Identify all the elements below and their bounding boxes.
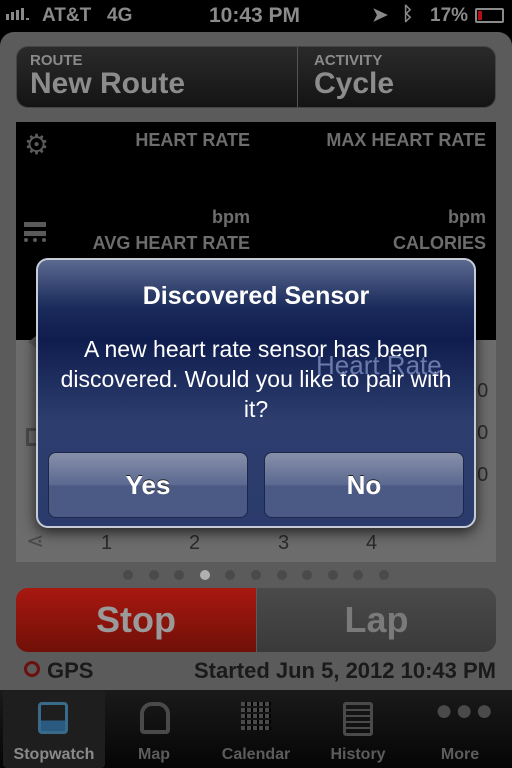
activity-selector[interactable]: ACTIVITY Cycle (299, 47, 495, 107)
calendar-icon (241, 702, 271, 732)
tab-label: History (330, 746, 386, 763)
max-heart-rate-label: MAX HEART RATE (326, 130, 486, 150)
x-tick: 4 (366, 532, 378, 554)
page-dot[interactable] (251, 570, 261, 580)
page-dot[interactable] (148, 570, 159, 580)
tab-map[interactable]: Map (103, 690, 205, 768)
calories-label: CALORIES (392, 233, 486, 253)
no-button[interactable]: No (264, 452, 464, 518)
gear-icon[interactable]: ⚙ (24, 128, 49, 161)
stop-button[interactable]: Stop (16, 588, 256, 652)
chart-title: Heart Rate (316, 350, 442, 380)
carrier: AT&T (42, 5, 92, 26)
heart-rate-label: HEART RATE (135, 130, 250, 150)
max-heart-rate-unit: bpm (448, 207, 486, 227)
route-activity-header: ROUTE New Route ACTIVITY Cycle (16, 46, 496, 108)
tab-label: Calendar (221, 746, 291, 763)
x-tick: 3 (278, 532, 290, 554)
location-icon: ➤ (372, 5, 388, 26)
tab-stopwatch[interactable]: Stopwatch (3, 690, 105, 768)
page-dot[interactable] (199, 570, 210, 580)
page-dot[interactable] (276, 570, 287, 580)
page-dot[interactable] (123, 570, 133, 580)
network: 4G (107, 5, 133, 26)
gps-status: GPS (47, 658, 94, 683)
history-icon (343, 702, 373, 736)
tab-more[interactable]: ●●● More (409, 690, 511, 768)
yes-button[interactable]: Yes (48, 452, 248, 518)
tab-calendar[interactable]: Calendar (205, 690, 307, 768)
tab-label: Stopwatch (13, 746, 95, 763)
avg-heart-rate-label: AVG HEART RATE (92, 233, 250, 253)
discovered-sensor-alert: Discovered Sensor A new heart rate senso… (36, 258, 476, 528)
lap-button[interactable]: Lap (257, 588, 496, 652)
battery-percent: 17% (430, 5, 469, 26)
activity-value: Cycle (314, 67, 395, 100)
stopwatch-icon (38, 702, 68, 734)
signal-icon (6, 8, 29, 20)
map-icon (140, 702, 170, 734)
battery-icon (475, 8, 504, 23)
page-dot[interactable] (379, 570, 389, 580)
gps-off-icon (24, 661, 40, 677)
clock: 10:43 PM (209, 4, 301, 27)
tab-history[interactable]: History (307, 690, 409, 768)
tab-bar: Stopwatch Map Calendar History ●●● More (0, 690, 512, 768)
tab-label: More (440, 746, 480, 763)
heart-rate-unit: bpm (212, 207, 250, 227)
started-time: Started Jun 5, 2012 10:43 PM (193, 658, 496, 683)
share-icon[interactable]: ⋖ (26, 528, 44, 554)
status-bar: AT&T 4G 10:43 PM ➤ ᛒ 17% (0, 0, 512, 32)
divider (297, 47, 298, 107)
list-icon[interactable] (24, 222, 46, 242)
x-tick: 1 (101, 532, 113, 554)
more-icon: ●●● (435, 694, 496, 727)
page-dot[interactable] (327, 570, 338, 580)
route-value: New Route (30, 67, 186, 100)
tab-label: Map (138, 746, 170, 763)
bluetooth-icon: ᛒ (402, 4, 414, 25)
x-tick: 2 (189, 532, 201, 554)
alert-title: Discovered Sensor (142, 282, 370, 310)
route-selector[interactable]: ROUTE New Route (17, 47, 298, 107)
